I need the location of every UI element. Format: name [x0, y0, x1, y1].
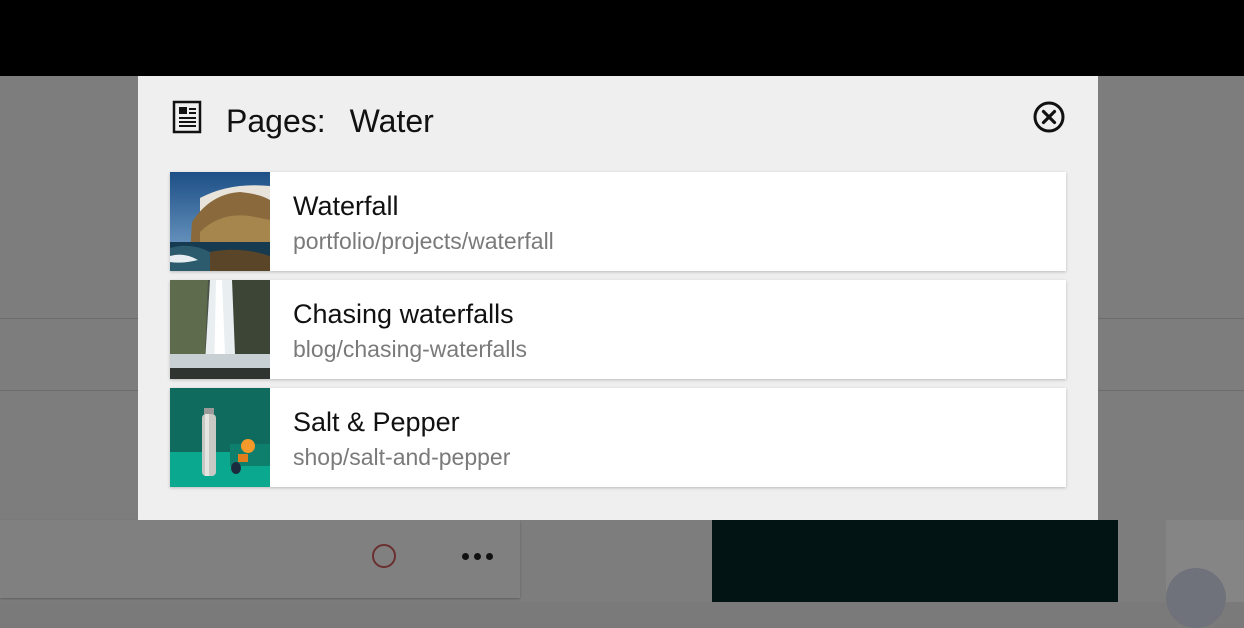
result-title: Chasing waterfalls [293, 299, 514, 329]
status-circle-icon [372, 544, 396, 568]
result-title: Waterfall [293, 191, 399, 221]
page-icon [172, 100, 202, 134]
search-query[interactable]: Water [350, 103, 434, 139]
background-dark-panel [712, 520, 1118, 602]
result-item[interactable]: Salt & Pepper shop/salt-and-pepper [170, 388, 1066, 487]
more-options-icon [462, 553, 498, 563]
dialog-label: Pages: [226, 103, 326, 139]
result-path: shop/salt-and-pepper [293, 444, 511, 470]
coastal-cliff-image [170, 172, 270, 271]
result-path: portfolio/projects/waterfall [293, 228, 554, 254]
results-list: Waterfall portfolio/projects/waterfall C… [170, 172, 1066, 496]
result-item[interactable]: Waterfall portfolio/projects/waterfall [170, 172, 1066, 271]
waterfall-image [170, 280, 270, 379]
dialog-header: Pages: Water [170, 96, 1066, 140]
result-path: blog/chasing-waterfalls [293, 336, 527, 362]
dialog-title: Pages: Water [226, 101, 434, 141]
result-item[interactable]: Chasing waterfalls blog/chasing-waterfal… [170, 280, 1066, 379]
background-card [0, 520, 520, 598]
background-shape [1166, 568, 1226, 628]
close-icon[interactable] [1032, 100, 1066, 134]
top-bar [0, 0, 1244, 76]
pages-search-dialog: Pages: Water Waterfall portfolio/project… [138, 76, 1098, 520]
salt-and-pepper-product-image [170, 388, 270, 487]
result-title: Salt & Pepper [293, 407, 460, 437]
